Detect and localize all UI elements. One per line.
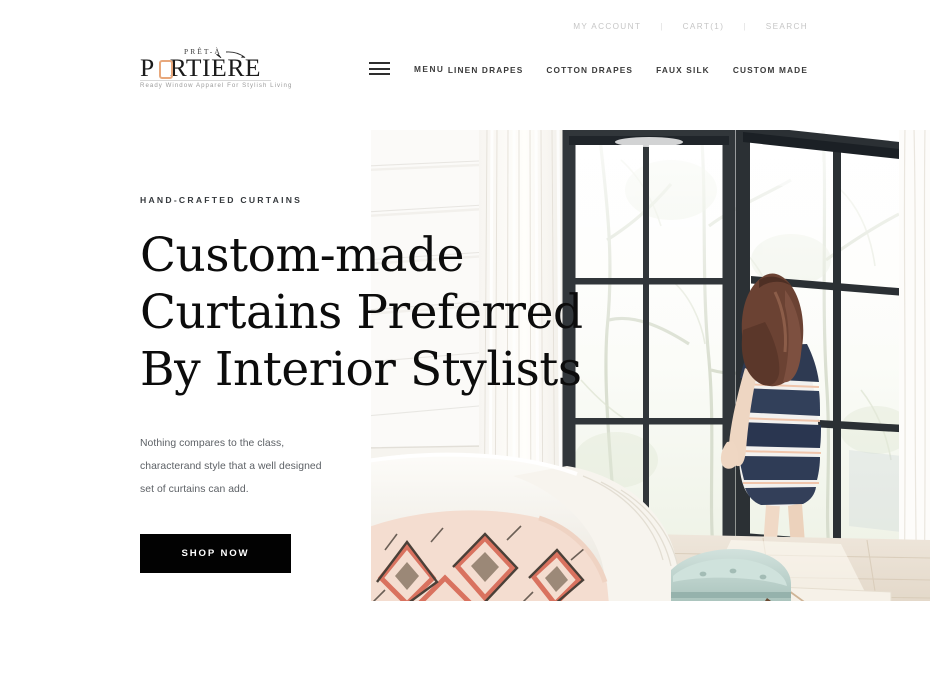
headline-line-1: Custom-made: [140, 228, 465, 283]
hamburger-bar-3: [369, 73, 390, 75]
cart-link[interactable]: CART(1): [683, 22, 725, 31]
search-link[interactable]: SEARCH: [766, 22, 808, 31]
site-header: MY ACCOUNT | CART(1) | SEARCH PRÊT-À P RT…: [0, 0, 930, 110]
logo-curtain-o-icon: [158, 59, 173, 79]
hamburger-bar-1: [369, 62, 390, 64]
nav-item-faux-silk[interactable]: FAUX SILK: [656, 65, 710, 75]
shop-now-button[interactable]: SHOP NOW: [140, 534, 291, 573]
logo-letter-p: P: [140, 53, 155, 82]
hero-copy: HAND-CRAFTED CURTAINS Custom-made Curtai…: [140, 195, 583, 573]
hamburger-icon[interactable]: [369, 62, 390, 75]
menu-toggle[interactable]: MENU: [369, 62, 444, 75]
nav-item-linen-drapes[interactable]: LINEN DRAPES: [448, 65, 524, 75]
logo-divider: [140, 80, 271, 81]
subcopy-line-1: Nothing compares to the class,: [140, 438, 285, 449]
logo-tagline: Ready Window Apparel For Stylish Living: [140, 82, 293, 89]
nav-item-cotton-drapes[interactable]: COTTON DRAPES: [546, 65, 633, 75]
page-title: Custom-made Curtains Preferred By Interi…: [140, 227, 583, 398]
nav-item-custom-made[interactable]: CUSTOM MADE: [733, 65, 808, 75]
hero-eyebrow: HAND-CRAFTED CURTAINS: [140, 195, 303, 205]
hero-subcopy: Nothing compares to the class, character…: [140, 432, 335, 501]
utility-nav: MY ACCOUNT | CART(1) | SEARCH: [573, 22, 808, 31]
menu-label: MENU: [414, 63, 445, 74]
hamburger-bar-2: [369, 67, 390, 70]
utility-separator-2: |: [743, 22, 747, 31]
landing-page: MY ACCOUNT | CART(1) | SEARCH PRÊT-À P RT…: [0, 0, 930, 697]
main-nav: LINEN DRAPES COTTON DRAPES FAUX SILK CUS…: [448, 65, 808, 75]
subcopy-line-3: of curtains can add.: [156, 484, 249, 495]
headline-line-3: By Interior Stylists: [140, 342, 582, 397]
my-account-link[interactable]: MY ACCOUNT: [573, 22, 641, 31]
utility-separator-1: |: [660, 22, 664, 31]
logo-letters-rtiere: RTIÈRE: [169, 53, 262, 82]
site-logo[interactable]: PRÊT-À P RTIÈRE Ready Window Apparel For …: [140, 47, 291, 91]
headline-line-2: Curtains Preferred: [140, 285, 583, 340]
